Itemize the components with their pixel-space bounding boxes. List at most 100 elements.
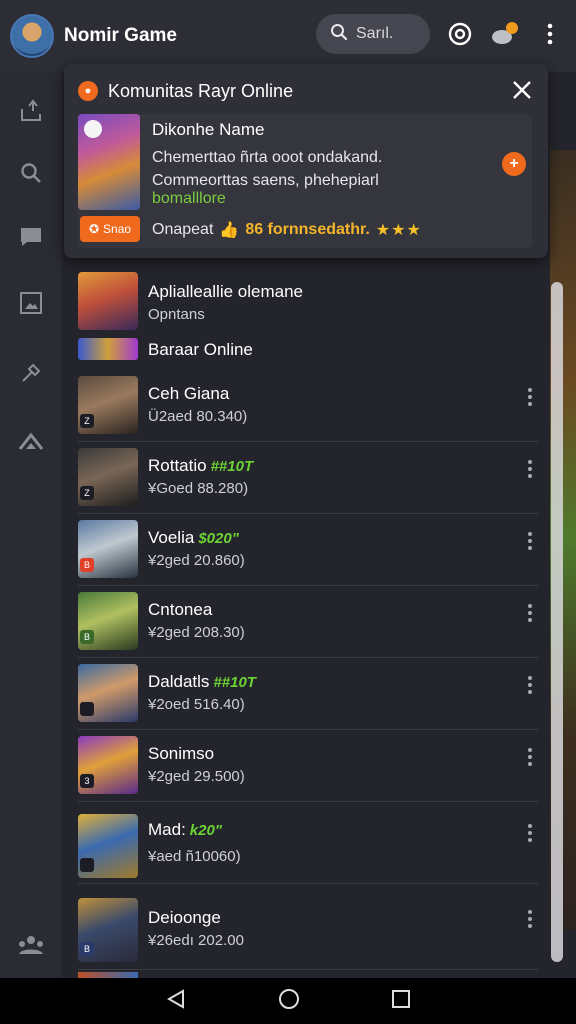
image-icon[interactable]	[18, 290, 44, 316]
game-name: Deioonge	[148, 908, 221, 927]
game-meta: ¥2oed 516.40)	[148, 696, 245, 713]
section-title: Aplialleallie olemane	[148, 282, 303, 301]
game-name: Sonimso	[148, 744, 215, 763]
more-vert-icon[interactable]	[522, 530, 538, 552]
game-name: Daldatls	[148, 672, 210, 691]
more-vert-icon[interactable]	[522, 746, 538, 768]
game-thumbnail	[78, 664, 138, 722]
game-tag: $020"	[198, 530, 239, 547]
community-badge-icon: ●	[78, 81, 98, 101]
chat-notification-icon[interactable]	[490, 20, 518, 48]
game-name-line: Deioonge	[148, 908, 225, 928]
game-tag: ##10T	[210, 458, 254, 475]
stats-prefix: Onapeat	[152, 221, 214, 238]
thumbnail-badge-icon	[84, 120, 102, 138]
game-row[interactable]: Daldatls ##10T ¥2oed 516.40)	[78, 660, 538, 730]
game-corner-badge	[80, 702, 94, 716]
game-corner-badge: 3	[80, 774, 94, 788]
game-name-line: Daldatls ##10T	[148, 672, 256, 692]
more-vert-icon[interactable]	[522, 458, 538, 480]
game-name: Rottatio	[148, 456, 207, 475]
game-name-line: Sonimso	[148, 744, 218, 764]
game-name: Mad:	[148, 820, 186, 839]
section-header[interactable]: Baraar Online	[78, 338, 538, 364]
community-popup: ● Komunitas Rayr Online Dikonhe Name Che…	[64, 64, 548, 258]
game-corner-badge: B	[80, 630, 94, 644]
section-title: Baraar Online	[148, 340, 253, 359]
section-header: Aplialleallie olemane Opntans	[78, 272, 538, 334]
game-thumbnail: Z	[78, 376, 138, 434]
search-label: Sarıl.	[356, 25, 394, 42]
user-avatar[interactable]	[10, 14, 54, 58]
more-vert-icon[interactable]	[522, 602, 538, 624]
close-icon[interactable]	[510, 78, 534, 102]
popup-title: Komunitas Rayr Online	[108, 80, 294, 101]
search-rail-icon[interactable]	[18, 160, 44, 186]
recents-icon[interactable]	[391, 989, 411, 1014]
game-corner-badge	[80, 858, 94, 872]
more-vert-icon[interactable]	[522, 674, 538, 696]
top-app-bar: Nomir Game Sarıl.	[0, 0, 576, 72]
section-subtitle: Opntans	[148, 306, 205, 323]
game-row[interactable]: Mad: k20" ¥aed ñ10060)	[78, 804, 538, 884]
game-thumbnail: 3	[78, 736, 138, 794]
more-options-icon[interactable]	[536, 20, 564, 48]
game-corner-badge: Z	[80, 486, 94, 500]
game-meta: Ü2aed 80.340)	[148, 408, 248, 425]
stats-count: 86 fornnsedathr.	[245, 221, 370, 238]
game-row[interactable]: B Cntonea ¥2ged 208.30)	[78, 588, 538, 658]
more-vert-icon[interactable]	[522, 908, 538, 930]
more-vert-icon[interactable]	[522, 822, 538, 844]
home-button-icon[interactable]	[278, 988, 300, 1015]
featured-game-card[interactable]: Dikonhe Name Chemerttao ñrta ooot ondaka…	[78, 114, 532, 248]
section-thumbnail	[78, 272, 138, 330]
game-meta: ¥2ged 20.860)	[148, 552, 245, 569]
more-vert-icon[interactable]	[522, 386, 538, 408]
featured-game-link[interactable]: bomalllore	[152, 190, 226, 208]
game-row[interactable]: Z Rottatio ##10T ¥Goed 88.280)	[78, 444, 538, 514]
game-meta: ¥aed ñ10060)	[148, 848, 241, 865]
orange-action-pill[interactable]: ✪ Snao	[80, 216, 140, 242]
game-meta: ¥Goed 88.280)	[148, 480, 249, 497]
game-tag: k20"	[189, 822, 222, 839]
app-title: Nomir Game	[64, 25, 177, 46]
featured-game-thumbnail	[78, 114, 140, 210]
game-tag: ##10T	[213, 674, 256, 691]
tools-icon[interactable]	[18, 360, 44, 386]
game-thumbnail: B	[78, 592, 138, 650]
game-thumbnail: Z	[78, 448, 138, 506]
home-icon[interactable]	[18, 428, 44, 454]
upload-icon[interactable]	[18, 98, 44, 124]
pill-label: Snao	[103, 222, 132, 236]
thumbs-up-icon: 👍	[219, 222, 240, 239]
game-row[interactable]: B Voelia $020" ¥2ged 20.860)	[78, 516, 538, 586]
game-name-line: Ceh Giana	[148, 384, 233, 404]
search-button[interactable]: Sarıl.	[316, 14, 430, 54]
game-row[interactable]: 3 Sonimso ¥2ged 29.500)	[78, 732, 538, 802]
game-meta: ¥2ged 208.30)	[148, 624, 245, 641]
popup-header: ● Komunitas Rayr Online	[78, 80, 534, 102]
back-icon[interactable]	[165, 988, 187, 1015]
scrollbar[interactable]	[551, 282, 563, 962]
left-navigation-rail	[0, 72, 62, 978]
game-row[interactable]: B Deioonge ¥26edı 202.00	[78, 890, 538, 970]
group-icon[interactable]	[18, 932, 44, 958]
search-icon	[330, 23, 348, 46]
add-game-button[interactable]: +	[502, 152, 526, 176]
at-icon[interactable]	[446, 20, 474, 48]
game-name: Cntonea	[148, 600, 213, 619]
game-thumbnail: B	[78, 898, 138, 962]
game-name: Ceh Giana	[148, 384, 230, 403]
featured-game-title: Dikonhe Name	[152, 120, 265, 139]
system-navigation-bar	[0, 978, 576, 1024]
game-thumbnail: B	[78, 520, 138, 578]
game-name-line: Mad: k20"	[148, 820, 222, 840]
game-meta: ¥2ged 29.500)	[148, 768, 245, 785]
chat-icon[interactable]	[18, 224, 44, 250]
featured-game-description: Chemerttao ñrta ooot ondakand. Commeortt…	[152, 149, 383, 189]
game-name-line: Cntonea	[148, 600, 216, 620]
featured-game-stats: Onapeat 👍 86 fornnsedathr. ★★★	[152, 220, 422, 240]
game-corner-badge: Z	[80, 414, 94, 428]
game-row[interactable]: Z Ceh Giana Ü2aed 80.340)	[78, 372, 538, 442]
section-banner-thumbnail	[78, 338, 138, 360]
